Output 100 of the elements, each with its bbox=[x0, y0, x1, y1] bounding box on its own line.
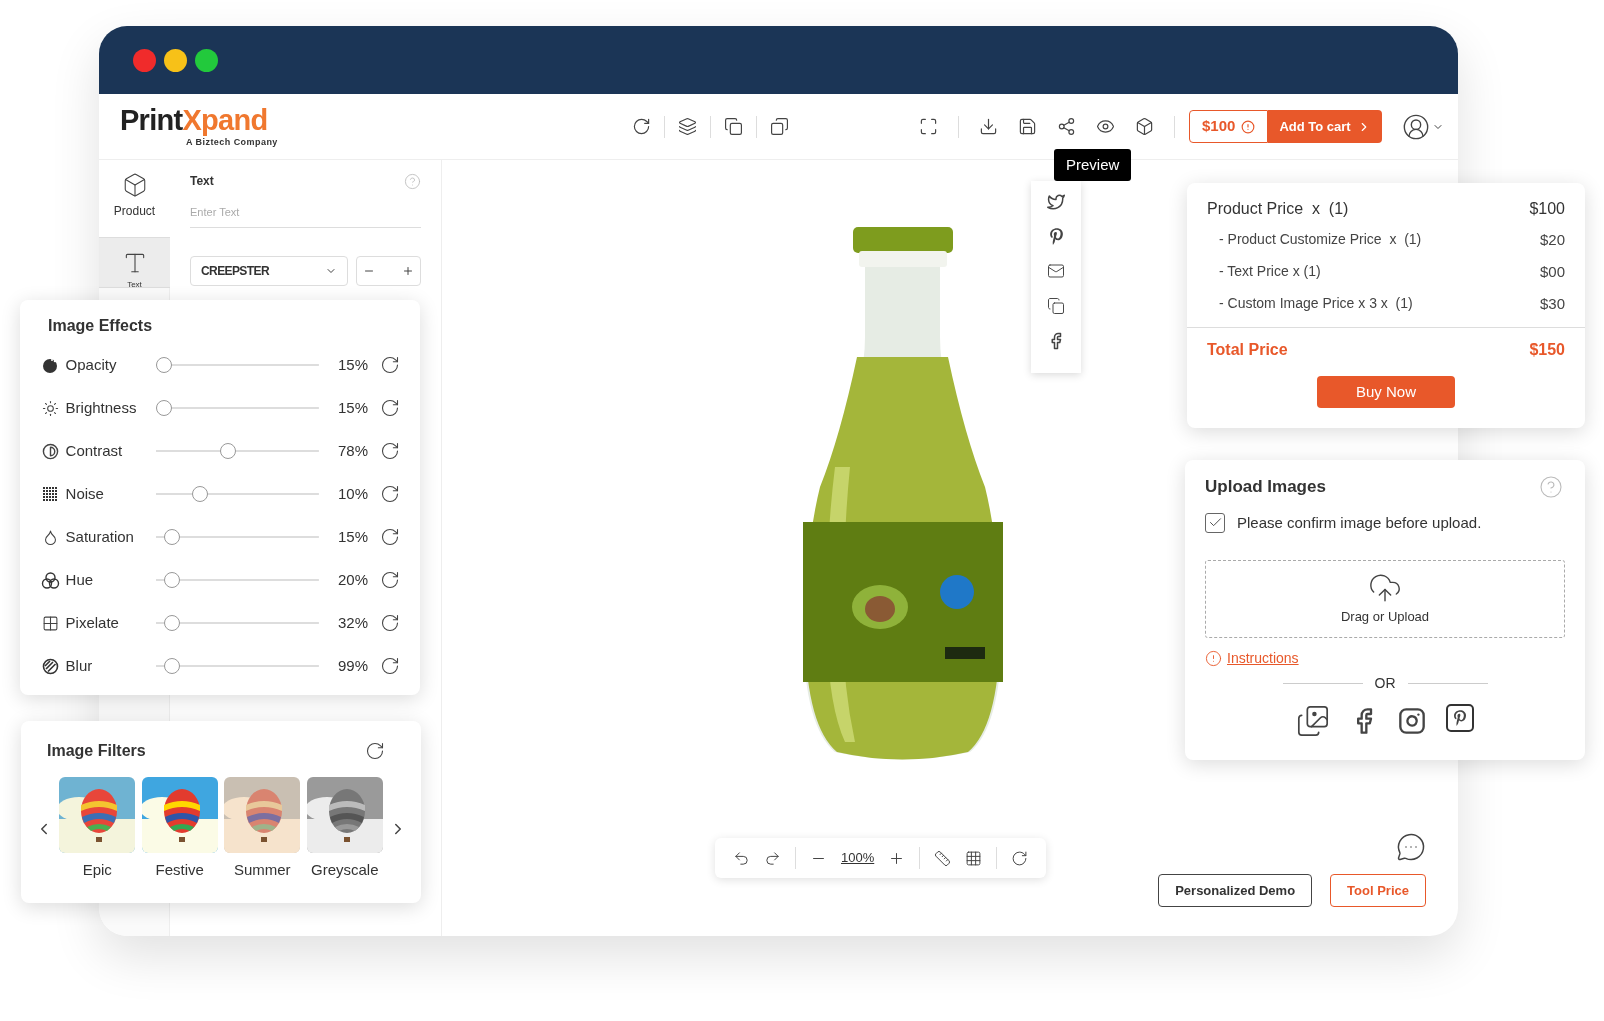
chat-icon[interactable] bbox=[1396, 832, 1426, 862]
effect-value: 32% bbox=[337, 612, 368, 633]
filter-label[interactable]: Greyscale bbox=[311, 859, 379, 882]
panel-title: Text bbox=[190, 173, 214, 190]
price-line-label: - Text Price x (1) bbox=[1219, 262, 1321, 281]
sidebar-tab[interactable]: Text bbox=[99, 238, 170, 288]
total-label: Total Price bbox=[1207, 340, 1288, 360]
confirm-label: Please confirm image before upload. bbox=[1237, 512, 1482, 533]
effect-label: Brightness bbox=[65, 397, 138, 418]
text-input-field[interactable]: Enter Text bbox=[190, 204, 421, 228]
pinterest-icon[interactable] bbox=[1446, 704, 1474, 732]
effect-label: Blur bbox=[65, 655, 94, 676]
preview-tooltip: Preview bbox=[1054, 149, 1132, 181]
effect-label: Noise bbox=[65, 483, 105, 504]
price-amount: $20 bbox=[1539, 230, 1565, 250]
slider-thumb[interactable] bbox=[164, 529, 181, 545]
undo-icon[interactable] bbox=[733, 849, 750, 867]
filter-label[interactable]: Epic bbox=[82, 859, 112, 882]
opacity-icon bbox=[42, 356, 60, 374]
twitter-icon[interactable] bbox=[1047, 193, 1065, 211]
slider-thumb[interactable] bbox=[164, 658, 181, 674]
pinterest-icon[interactable] bbox=[1047, 228, 1065, 245]
effect-label: Pixelate bbox=[65, 612, 120, 633]
reset-icon[interactable] bbox=[380, 441, 400, 461]
reset-icon[interactable] bbox=[1011, 849, 1029, 867]
preview-icon[interactable] bbox=[1096, 117, 1115, 136]
sidebar-tab[interactable]: Product bbox=[99, 160, 170, 238]
price-amount: $00 bbox=[1539, 262, 1565, 282]
slider-thumb[interactable] bbox=[219, 443, 236, 459]
instructions-link[interactable]: Instructions bbox=[1227, 648, 1299, 669]
price-amount: $30 bbox=[1539, 294, 1565, 314]
filter-label[interactable]: Festive bbox=[155, 859, 204, 882]
or-separator: OR bbox=[1374, 674, 1396, 693]
copy-icon[interactable] bbox=[1047, 297, 1065, 315]
upload-dropzone[interactable]: Drag or Upload bbox=[1205, 560, 1565, 638]
effect-value: 99% bbox=[337, 655, 368, 676]
demo-button[interactable]: Personalized Demo bbox=[1158, 874, 1313, 907]
slider-thumb[interactable] bbox=[164, 572, 181, 588]
share-icon[interactable] bbox=[1057, 117, 1076, 136]
gallery-icon[interactable] bbox=[1296, 704, 1330, 738]
save-icon[interactable] bbox=[1018, 117, 1037, 136]
confirm-checkbox[interactable] bbox=[1205, 512, 1225, 533]
add-to-cart-button[interactable]: Add To cart bbox=[1268, 110, 1382, 143]
blur-icon bbox=[42, 657, 60, 675]
hue-icon bbox=[41, 571, 61, 589]
grid-icon[interactable] bbox=[965, 849, 983, 867]
reset-icon[interactable] bbox=[380, 656, 400, 676]
slider-thumb[interactable] bbox=[156, 357, 173, 373]
reset-icon[interactable] bbox=[380, 527, 400, 547]
overlap-icon[interactable] bbox=[770, 117, 789, 136]
slider-thumb[interactable] bbox=[156, 400, 173, 416]
panel-title: Upload Images bbox=[1205, 476, 1326, 498]
effect-value: 15% bbox=[337, 526, 368, 547]
cube-icon[interactable] bbox=[1135, 117, 1154, 136]
effect-label: Saturation bbox=[65, 526, 135, 547]
reset-icon[interactable] bbox=[380, 355, 400, 375]
reset-icon[interactable] bbox=[380, 613, 400, 633]
price-amount: $100 bbox=[1529, 199, 1565, 219]
logo-wordmark: PrintXpand bbox=[120, 103, 268, 136]
user-avatar-icon[interactable] bbox=[1401, 112, 1444, 141]
reset-icon[interactable] bbox=[380, 398, 400, 418]
layers-icon[interactable] bbox=[678, 117, 697, 136]
pixelate-icon bbox=[42, 614, 60, 632]
download-icon[interactable] bbox=[979, 117, 998, 136]
brightness-icon bbox=[42, 399, 60, 417]
price-button[interactable]: $100 bbox=[1189, 110, 1269, 143]
font-select[interactable]: CREEPSTER bbox=[190, 255, 348, 286]
zoom-level[interactable]: 100% bbox=[841, 848, 875, 868]
alert-icon bbox=[1205, 650, 1222, 667]
effect-label: Hue bbox=[65, 569, 95, 590]
panel-title: Image Effects bbox=[48, 316, 154, 336]
plus-icon[interactable] bbox=[402, 264, 414, 277]
effect-value: 78% bbox=[337, 440, 368, 461]
effect-value: 20% bbox=[337, 569, 368, 590]
effect-label: Contrast bbox=[65, 440, 124, 461]
tool-price-button[interactable]: Tool Price bbox=[1330, 874, 1426, 907]
reset-icon[interactable] bbox=[380, 484, 400, 504]
slider-thumb[interactable] bbox=[164, 615, 181, 631]
effect-value: 15% bbox=[337, 397, 368, 418]
effect-label: Opacity bbox=[65, 354, 118, 375]
effect-value: 10% bbox=[337, 483, 368, 504]
total-amount: $150 bbox=[1529, 340, 1565, 360]
redo-icon[interactable] bbox=[764, 849, 781, 867]
info-icon bbox=[1241, 119, 1256, 134]
fullscreen-icon[interactable] bbox=[919, 117, 938, 136]
panel-title: Image Filters bbox=[47, 741, 146, 761]
ruler-icon[interactable] bbox=[934, 849, 952, 867]
price-line-label: - Custom Image Price x 3 x (1) bbox=[1219, 294, 1413, 313]
buy-now-button[interactable]: Buy Now bbox=[1317, 376, 1455, 408]
contrast-icon bbox=[42, 442, 60, 460]
mail-icon[interactable] bbox=[1047, 262, 1065, 280]
filter-label[interactable]: Summer bbox=[233, 859, 291, 882]
reset-icon[interactable] bbox=[380, 570, 400, 590]
effect-value: 15% bbox=[337, 354, 368, 375]
price-line-label: Product Price x (1) bbox=[1207, 199, 1349, 219]
price-line-label: - Product Customize Price x (1) bbox=[1219, 230, 1422, 249]
logo-tagline: A Biztech Company bbox=[186, 136, 278, 149]
reset-icon[interactable] bbox=[365, 741, 385, 761]
noise-icon bbox=[42, 485, 60, 503]
slider-thumb[interactable] bbox=[191, 486, 208, 502]
